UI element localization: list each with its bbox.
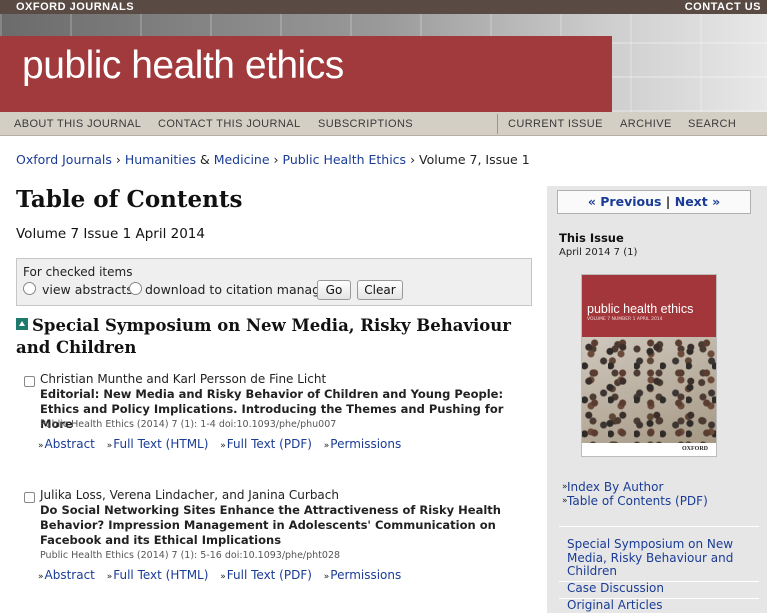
download-citation-radio[interactable] — [129, 282, 142, 295]
view-abstracts-radio[interactable] — [23, 282, 36, 295]
right-chevron-icon: » — [323, 441, 330, 451]
full-text-html-link[interactable]: Full Text (HTML) — [113, 437, 208, 451]
right-chevron-icon: » — [38, 572, 44, 582]
download-citation-label[interactable]: download to citation manager — [145, 282, 333, 297]
cover-crowd-photo — [582, 337, 716, 443]
checked-items-form: For checked items view abstracts downloa… — [16, 258, 532, 306]
article-checkbox[interactable] — [24, 492, 35, 503]
section-heading: Special Symposium on New Media, Risky Be… — [16, 315, 532, 359]
this-issue-heading: This Issue — [559, 231, 624, 245]
pager-separator: | — [665, 194, 671, 209]
breadcrumb-medicine[interactable]: Medicine — [214, 152, 270, 167]
article-citation: Public Health Ethics (2014) 7 (1): 1-4 d… — [40, 419, 337, 430]
abstract-link[interactable]: Abstract — [45, 568, 95, 582]
nav-contact-journal[interactable]: CONTACT THIS JOURNAL — [158, 112, 300, 136]
right-chevron-icon: » — [562, 496, 568, 506]
toc-pdf-link[interactable]: Table of Contents (PDF) — [567, 494, 708, 508]
issue-volume-line: Volume 7 Issue 1 April 2014 — [16, 226, 205, 242]
full-text-pdf-link[interactable]: Full Text (PDF) — [227, 437, 312, 451]
clear-button[interactable]: Clear — [357, 280, 403, 300]
cover-subtitle: VOLUME 7 NUMBER 1 APRIL 2014 — [587, 317, 663, 322]
right-chevron-icon: » — [106, 441, 113, 451]
article-links: »Abstract »Full Text (HTML) »Full Text (… — [38, 437, 409, 451]
right-chevron-icon: » — [562, 482, 568, 492]
journal-banner: public health ethics — [0, 14, 767, 112]
oxford-journals-link[interactable]: OXFORD JOURNALS — [16, 0, 134, 14]
section-link-special-symposium[interactable]: Special Symposium on New Media, Risky Be… — [567, 537, 757, 579]
right-chevron-icon: » — [106, 572, 113, 582]
breadcrumb-oxford-journals[interactable]: Oxford Journals — [16, 152, 112, 167]
issue-sidebar: « Previous | Next » This Issue April 201… — [547, 186, 767, 613]
issue-pager: « Previous | Next » — [557, 190, 751, 214]
nav-current-issue[interactable]: CURRENT ISSUE — [508, 112, 603, 136]
full-text-pdf-link[interactable]: Full Text (PDF) — [227, 568, 312, 582]
right-chevron-icon: » — [220, 441, 226, 451]
full-text-html-link[interactable]: Full Text (HTML) — [113, 568, 208, 582]
article-authors: Christian Munthe and Karl Persson de Fin… — [40, 372, 327, 386]
section-link-original-articles[interactable]: Original Articles — [567, 598, 757, 613]
collapse-triangle-icon[interactable] — [16, 318, 28, 330]
cover-title: public health ethics — [587, 302, 694, 316]
breadcrumb-separator: › — [115, 152, 121, 167]
breadcrumb-separator: › — [410, 152, 416, 167]
breadcrumb-current: Volume 7, Issue 1 — [419, 152, 530, 167]
breadcrumb-ampersand: & — [199, 152, 210, 167]
sidebar-links: » Index By Author » Table of Contents (PDF… — [562, 480, 708, 508]
nav-about-journal[interactable]: ABOUT THIS JOURNAL — [14, 112, 141, 136]
section-title: Special Symposium on New Media, Risky Be… — [16, 316, 511, 357]
page-title: Table of Contents — [16, 186, 243, 213]
contact-us-link[interactable]: CONTACT US — [685, 0, 761, 14]
section-link-case-discussion[interactable]: Case Discussion — [567, 581, 757, 596]
journal-nav: ABOUT THIS JOURNAL CONTACT THIS JOURNAL … — [0, 112, 767, 136]
go-button[interactable]: Go — [317, 280, 351, 300]
breadcrumb-public-health-ethics[interactable]: Public Health Ethics — [283, 152, 407, 167]
article-citation: Public Health Ethics (2014) 7 (1): 5-16 … — [40, 550, 341, 561]
article-authors: Julika Loss, Verena Lindacher, and Janin… — [40, 488, 339, 502]
nav-subscriptions[interactable]: SUBSCRIPTIONS — [318, 112, 413, 136]
permissions-link[interactable]: Permissions — [330, 568, 401, 582]
breadcrumb-humanities[interactable]: Humanities — [125, 152, 196, 167]
article-title[interactable]: Do Social Networking Sites Enhance the A… — [40, 503, 534, 548]
breadcrumb: Oxford Journals › Humanities & Medicine … — [16, 152, 530, 167]
article-item: Christian Munthe and Karl Persson de Fin… — [24, 372, 534, 454]
right-chevron-icon: » — [323, 572, 330, 582]
next-issue-link[interactable]: Next » — [675, 194, 720, 209]
article-item: Julika Loss, Verena Lindacher, and Janin… — [24, 488, 534, 588]
checked-items-label: For checked items — [23, 265, 133, 279]
index-by-author-link[interactable]: Index By Author — [567, 480, 663, 494]
issue-cover-image[interactable]: public health ethics VOLUME 7 NUMBER 1 A… — [581, 274, 717, 457]
journal-title[interactable]: public health ethics — [22, 44, 344, 88]
this-issue-date: April 2014 7 (1) — [559, 247, 638, 258]
nav-archive[interactable]: ARCHIVE — [620, 112, 672, 136]
article-links: »Abstract »Full Text (HTML) »Full Text (… — [38, 568, 409, 582]
top-bar: OXFORD JOURNALS CONTACT US — [0, 0, 767, 14]
previous-issue-link[interactable]: « Previous — [588, 194, 662, 209]
sidebar-divider — [559, 526, 759, 527]
cover-publisher-logo: OXFORD — [682, 446, 708, 452]
right-chevron-icon: » — [220, 572, 226, 582]
permissions-link[interactable]: Permissions — [330, 437, 401, 451]
right-chevron-icon: » — [38, 441, 44, 451]
article-checkbox[interactable] — [24, 376, 35, 387]
breadcrumb-separator: › — [273, 152, 279, 167]
view-abstracts-label[interactable]: view abstracts — [42, 282, 133, 297]
nav-divider — [497, 114, 498, 134]
abstract-link[interactable]: Abstract — [45, 437, 95, 451]
nav-search[interactable]: SEARCH — [688, 112, 736, 136]
